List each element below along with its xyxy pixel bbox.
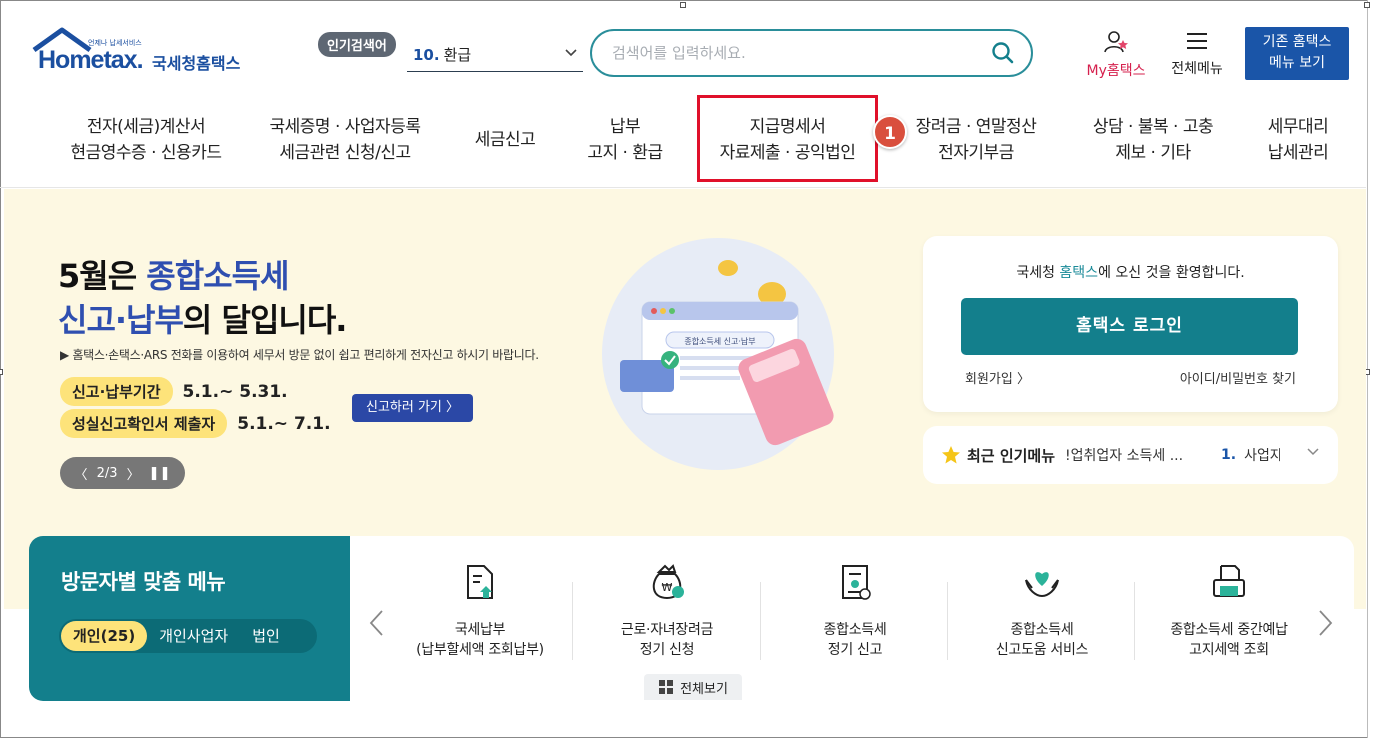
chevron-right-icon: 〉: [1016, 372, 1030, 387]
welcome-text: 국세청 홈택스에 오신 것을 환영합니다.: [1016, 265, 1245, 281]
recent-menu-title: 최근 인기메뉴: [967, 446, 1056, 465]
search-input[interactable]: [612, 44, 982, 62]
menu-item-filing-help-service[interactable]: 종합소득세 신고도움 서비스: [949, 562, 1135, 660]
recent-menu-rank: 1.: [1221, 447, 1237, 463]
legacy-menu-label-2: 메뉴 보기: [1269, 55, 1325, 71]
nav-payment[interactable]: 납부 고지 · 환급: [570, 114, 680, 166]
period-filing-value: 5.1.~ 5.31.: [182, 381, 288, 402]
go-filing-button[interactable]: 신고하러 가기 〉: [352, 394, 473, 422]
popular-rank: 10.: [413, 45, 440, 64]
period-confirmation-value: 5.1.~ 7.1.: [237, 413, 331, 434]
slider-next-icon[interactable]: 〉: [127, 464, 140, 483]
menu-item-national-tax-payment[interactable]: 국세납부 (납부할세액 조회납부): [387, 562, 573, 660]
menu-divider: [1134, 582, 1135, 660]
grid-icon: [659, 680, 674, 694]
login-card: 국세청 홈택스에 오신 것을 환영합니다. 홈택스 로그인 회원가입 〉 아이디…: [923, 236, 1338, 412]
nav-e-invoice[interactable]: 전자(세금)계산서 현금영수증 · 신용카드: [46, 114, 246, 166]
slider-pause-icon[interactable]: ❚❚: [149, 466, 171, 481]
banner-illustration: 종합소득세 신고·납부: [600, 236, 840, 476]
heart-hands-icon: [1025, 572, 1059, 598]
legacy-menu-label-1: 기존 홈택스: [1262, 34, 1332, 50]
printer-icon: [1213, 565, 1245, 597]
nav-certificate[interactable]: 국세증명 · 사업자등록 세금관련 신청/신고: [245, 114, 445, 166]
period-filing: 신고·납부기간 5.1.~ 5.31.: [60, 377, 288, 406]
menu-divider: [572, 582, 573, 660]
resize-handle-top-right[interactable]: [1364, 2, 1370, 8]
nav-tax-agent[interactable]: 세무대리 납세관리: [1248, 114, 1348, 166]
find-id-password-link[interactable]: 아이디/비밀번호 찾기: [1180, 368, 1296, 387]
all-menu-button[interactable]: 전체메뉴: [1165, 30, 1229, 78]
hometax-logo[interactable]: 언제나 납세서비스 Hometax. 국세청홈택스: [30, 26, 260, 78]
recent-menu-item[interactable]: !업취업자 소득세 ...: [1065, 445, 1205, 465]
signup-link[interactable]: 회원가입 〉: [965, 368, 1030, 387]
user-icon: [1104, 31, 1128, 53]
banner-title: 5월은 종합소득세 신고·납부의 달입니다.: [58, 257, 347, 339]
nav-incentive[interactable]: 장려금 · 연말정산 전자기부금: [886, 114, 1066, 166]
view-all-label: 전체보기: [680, 681, 728, 697]
visitor-menu-panel: 방문자별 맞춤 메뉴 개인(25) 개인사업자 법인: [29, 536, 351, 701]
svg-text:₩: ₩: [662, 581, 673, 594]
popular-term: 환급: [443, 46, 472, 64]
visitor-menu-title: 방문자별 맞춤 메뉴: [61, 570, 226, 594]
menu-item-income-tax-filing[interactable]: 종합소득세 정기 신고: [762, 562, 948, 660]
resize-handle-left[interactable]: [0, 369, 3, 375]
popular-search-badge: 인기검색어: [318, 32, 396, 57]
tab-sole-proprietor[interactable]: 개인사업자: [147, 621, 240, 651]
menu-item-interim-prepayment[interactable]: 종합소득세 중간예납 고지세액 조회: [1136, 562, 1322, 660]
chevron-down-icon[interactable]: [1306, 444, 1320, 462]
popular-search-dropdown[interactable]: 10. 환급: [407, 38, 583, 72]
logo-wordmark: Hometax.: [38, 46, 144, 74]
svg-text:종합소득세 신고·납부: 종합소득세 신고·납부: [684, 337, 755, 346]
period-confirmation-label: 성실신고확인서 제출자: [60, 409, 228, 438]
period-filing-label: 신고·납부기간: [60, 377, 173, 406]
hamburger-menu-icon: [1187, 33, 1207, 49]
login-button[interactable]: 홈택스 로그인: [961, 298, 1298, 355]
slider-prev-icon[interactable]: 〈: [75, 464, 88, 483]
my-hometax-label: My홈택스: [1086, 63, 1146, 79]
tab-individual[interactable]: 개인(25): [61, 621, 148, 651]
highlight-box: [697, 95, 878, 182]
my-hometax-button[interactable]: My홈택스: [1080, 30, 1152, 80]
legacy-menu-button[interactable]: 기존 홈택스 메뉴 보기: [1245, 27, 1349, 80]
step-number-badge: 1: [873, 115, 907, 149]
nav-tax-filing[interactable]: 세금신고: [455, 127, 555, 153]
quick-menu-panel: 국세납부 (납부할세액 조회납부) ₩ 근로·자녀장려금 정기 신청 종합소득세 정기…: [350, 536, 1354, 701]
chevron-left-icon[interactable]: [368, 608, 386, 645]
chevron-down-icon: [563, 44, 579, 64]
star-icon: [942, 446, 960, 464]
search-icon[interactable]: [991, 41, 1015, 69]
banner-description: ▶ 홈택스·손택스·ARS 전화를 이용하여 세무서 방문 없이 쉽고 편리하게…: [60, 348, 539, 362]
tax-document-icon: [842, 565, 871, 600]
tab-corporation[interactable]: 법인: [240, 621, 292, 651]
nav-consulting[interactable]: 상담 · 불복 · 고충 제보 · 기타: [1068, 114, 1238, 166]
slider-indicator: 2/3: [96, 465, 118, 481]
banner-slider-control: 〈 2/3 〉 ❚❚: [60, 457, 185, 489]
menu-divider: [760, 582, 761, 660]
tax-filing-illustration-icon: 종합소득세 신고·납부: [602, 238, 834, 470]
menu-item-earned-income-credit[interactable]: ₩ 근로·자녀장려금 정기 신청: [574, 562, 760, 660]
period-confirmation: 성실신고확인서 제출자 5.1.~ 7.1.: [60, 409, 331, 438]
resize-handle-top[interactable]: [680, 2, 686, 8]
view-all-button[interactable]: 전체보기: [644, 674, 742, 700]
document-upload-icon: [467, 565, 493, 599]
main-navigation: 전자(세금)계산서 현금영수증 · 신용카드 국세증명 · 사업자등록 세금관련 신…: [0, 100, 1366, 188]
menu-divider: [947, 582, 948, 660]
visitor-tabs: 개인(25) 개인사업자 법인: [59, 619, 317, 653]
search-box: [590, 29, 1033, 77]
recent-menu-item-2[interactable]: 사업자: [1244, 445, 1280, 465]
money-bag-icon: ₩: [652, 564, 684, 600]
recent-popular-menu[interactable]: 최근 인기메뉴 !업취업자 소득세 ... 1. 사업자: [923, 426, 1338, 484]
all-menu-label: 전체메뉴: [1171, 61, 1223, 77]
logo-korean-name: 국세청홈택스: [152, 54, 241, 73]
